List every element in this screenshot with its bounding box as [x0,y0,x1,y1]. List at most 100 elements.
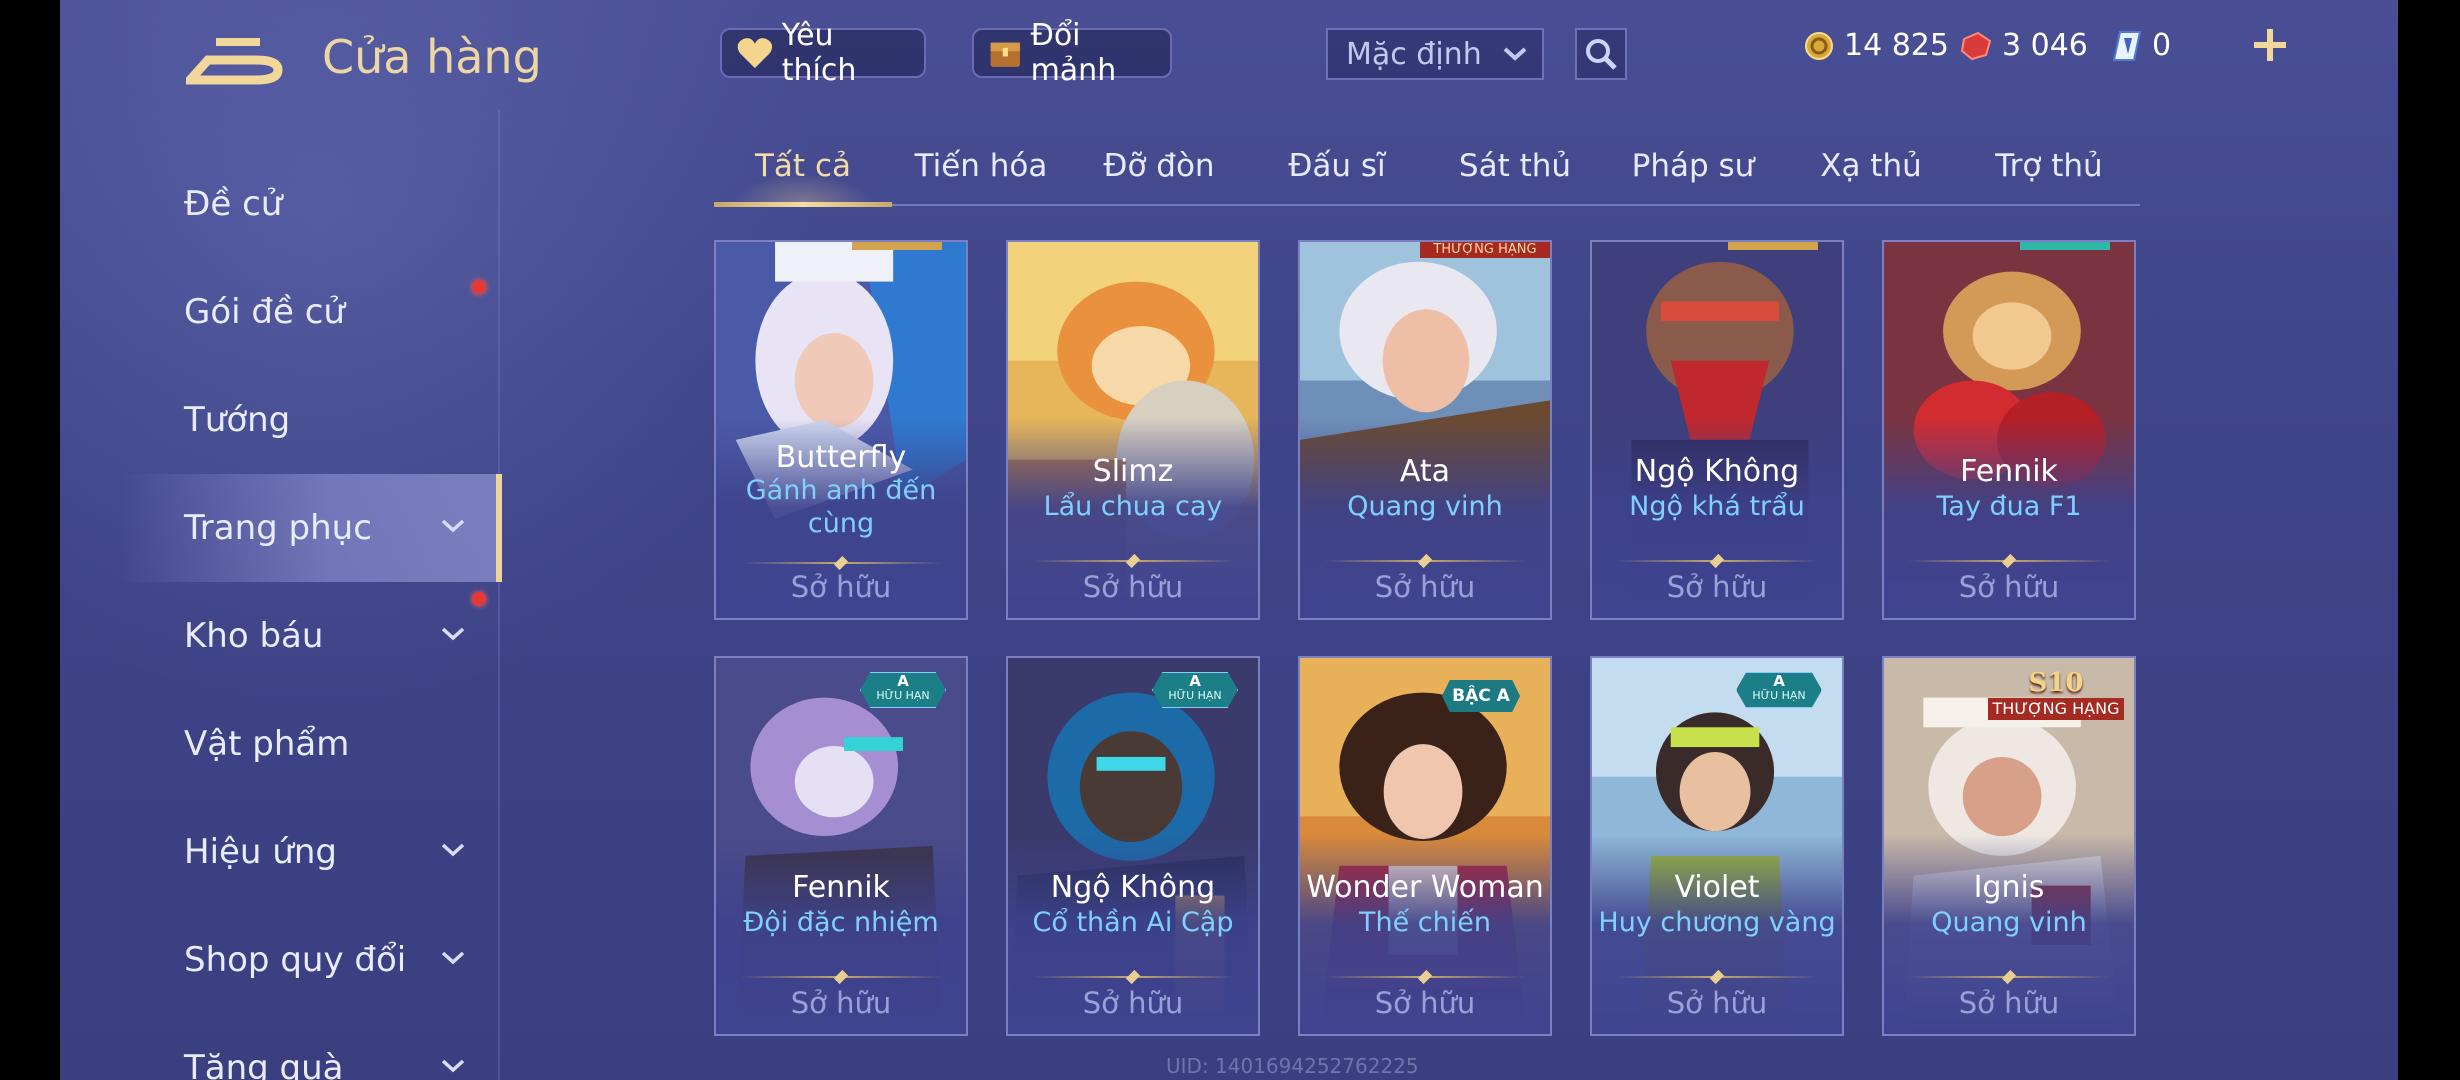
owned-status: Sở hữu [1958,986,2060,1020]
gold-balance: 14 825 [1804,28,1949,63]
hero-name: Ngộ Không [1050,870,1216,905]
notification-dot [472,592,486,606]
chevron-down-icon [441,519,465,533]
skin-grid: Butterfly Gánh anh đến cùng Sở hữu Slimz… [714,240,2144,1036]
badge-tier: A [1773,672,1785,690]
red-voucher-icon [1960,31,1992,60]
sort-value: Mặc định [1346,36,1482,72]
heart-icon [737,38,773,69]
exchange-shards-button[interactable]: Đổi mảnh [972,18,1172,88]
sidebar-item-label: Vật phẩm [184,724,350,764]
badge-ribbon [2020,242,2110,250]
sidebar-item-effects[interactable]: Hiệu ứng [120,798,500,906]
separator [1324,560,1526,562]
hero-name: Wonder Woman [1306,870,1544,905]
tab-assassin[interactable]: Sát thủ [1426,140,1604,204]
sidebar-item-label: Tặng quà [184,1048,344,1080]
hero-name: Ata [1399,454,1451,489]
chevron-down-icon [1503,47,1527,61]
badge-ribbon [1728,242,1818,250]
tier-badge: A HỮU HẠN [860,672,946,708]
badge-tier: A [897,672,909,690]
skin-card[interactable]: Butterfly Gánh anh đến cùng Sở hữu [714,240,968,620]
skin-card[interactable]: A HỮU HẠN Violet Huy chương vàng Sở hữu [1590,656,1844,1036]
sidebar-item-label: Hiệu ứng [184,832,337,872]
badge-label: HỮU HẠN [1168,689,1222,702]
sidebar: Đề cử Gói đề cử Tướng Trang phục Kho báu… [120,150,502,1080]
badge-tier: A [1189,672,1201,690]
sidebar-item-recommended-bundles[interactable]: Gói đề cử [120,258,500,366]
sidebar-item-label: Đề cử [184,184,283,224]
voucher-balance: 3 046 [1960,28,2088,63]
separator [1616,976,1818,978]
voucher-value: 3 046 [2002,28,2088,63]
tab-fighter[interactable]: Đấu sĩ [1248,140,1426,204]
skin-card[interactable]: Fennik Tay đua F1 Sở hữu [1882,240,2136,620]
chevron-down-icon [441,951,465,965]
badge-ribbon [852,242,942,250]
sidebar-item-items[interactable]: Vật phẩm [120,690,500,798]
sidebar-item-exchange-shop[interactable]: Shop quy đổi [120,906,500,1014]
separator [1032,976,1234,978]
tab-all[interactable]: Tất cả [714,140,892,207]
rank-badge: S10 THƯỢNG HẠNG [1988,668,2124,726]
sidebar-item-treasure[interactable]: Kho báu [120,582,500,690]
sidebar-item-label: Kho báu [184,616,324,656]
sidebar-item-label: Gói đề cử [184,292,345,332]
hero-name: Violet [1674,870,1760,905]
skin-card[interactable]: BẬC A Wonder Woman Thế chiến Sở hữu [1298,656,1552,1036]
season-label: S10 [2028,668,2084,698]
tier-badge: A HỮU HẠN [1736,672,1822,708]
sidebar-item-recommended[interactable]: Đề cử [120,150,500,258]
skin-card[interactable]: THƯỢNG HẠNG Ata Quang vinh Sở hữu [1298,240,1552,620]
skin-card[interactable]: Slimz Lẩu chua cay Sở hữu [1006,240,1260,620]
search-button[interactable] [1575,28,1627,80]
separator [1032,560,1234,562]
separator [1616,560,1818,562]
add-currency-button[interactable] [2250,22,2290,74]
sidebar-item-label: Shop quy đổi [184,940,407,980]
chevron-down-icon [441,1059,465,1073]
exchange-label: Đổi mảnh [1030,18,1117,88]
skin-card[interactable]: A HỮU HẠN Fennik Đội đặc nhiệm Sở hữu [714,656,968,1036]
tier-badge: BẬC A [1442,680,1520,712]
blue-diamond-icon [2112,30,2142,61]
sort-dropdown[interactable]: Mặc định [1326,28,1544,80]
owned-status: Sở hữu [790,986,892,1020]
favorite-label: Yêu thích [781,18,857,88]
shard-chest-icon [990,42,1020,67]
tab-mage[interactable]: Pháp sư [1604,140,1782,204]
hero-name: Slimz [1092,454,1174,489]
skin-name: Quang vinh [1347,491,1503,522]
skin-name: Thế chiến [1359,907,1491,938]
hero-name: Fennik [1960,454,2058,489]
back-button[interactable] [179,30,286,90]
chevron-down-icon [441,627,465,641]
skin-name: Huy chương vàng [1598,907,1836,938]
tab-evolution[interactable]: Tiến hóa [892,140,1070,204]
skin-card[interactable]: S10 THƯỢNG HẠNG Ignis Quang vinh Sở hữu [1882,656,2136,1036]
sidebar-item-skins[interactable]: Trang phục [120,474,502,582]
skin-card[interactable]: Ngộ Không Ngộ khá trẩu Sở hữu [1590,240,1844,620]
skin-name: Ngộ khá trẩu [1629,491,1805,522]
page-title: Cửa hàng [322,30,542,84]
owned-status: Sở hữu [1374,986,1476,1020]
diamond-balance: 0 [2112,28,2171,63]
tab-support[interactable]: Trợ thủ [1960,140,2138,204]
tab-marksman[interactable]: Xạ thủ [1782,140,1960,204]
tab-tank[interactable]: Đỡ đòn [1070,140,1248,204]
gold-value: 14 825 [1844,28,1949,63]
sidebar-item-gifts[interactable]: Tặng quà [120,1014,500,1080]
notification-dot [472,280,486,294]
skin-card[interactable]: A HỮU HẠN Ngộ Không Cổ thần Ai Cập Sở hữ… [1006,656,1260,1036]
skin-name: Cổ thần Ai Cập [1032,907,1234,938]
sidebar-item-label: Trang phục [184,508,372,548]
rank-badge: THƯỢNG HẠNG [1420,242,1550,258]
owned-status: Sở hữu [1082,570,1184,604]
owned-status: Sở hữu [790,570,892,604]
sidebar-item-heroes[interactable]: Tướng [120,366,500,474]
favorite-button[interactable]: Yêu thích [720,18,926,88]
hero-name: Butterfly [775,440,907,475]
hero-name: Fennik [792,870,890,905]
sidebar-item-label: Tướng [184,400,291,440]
